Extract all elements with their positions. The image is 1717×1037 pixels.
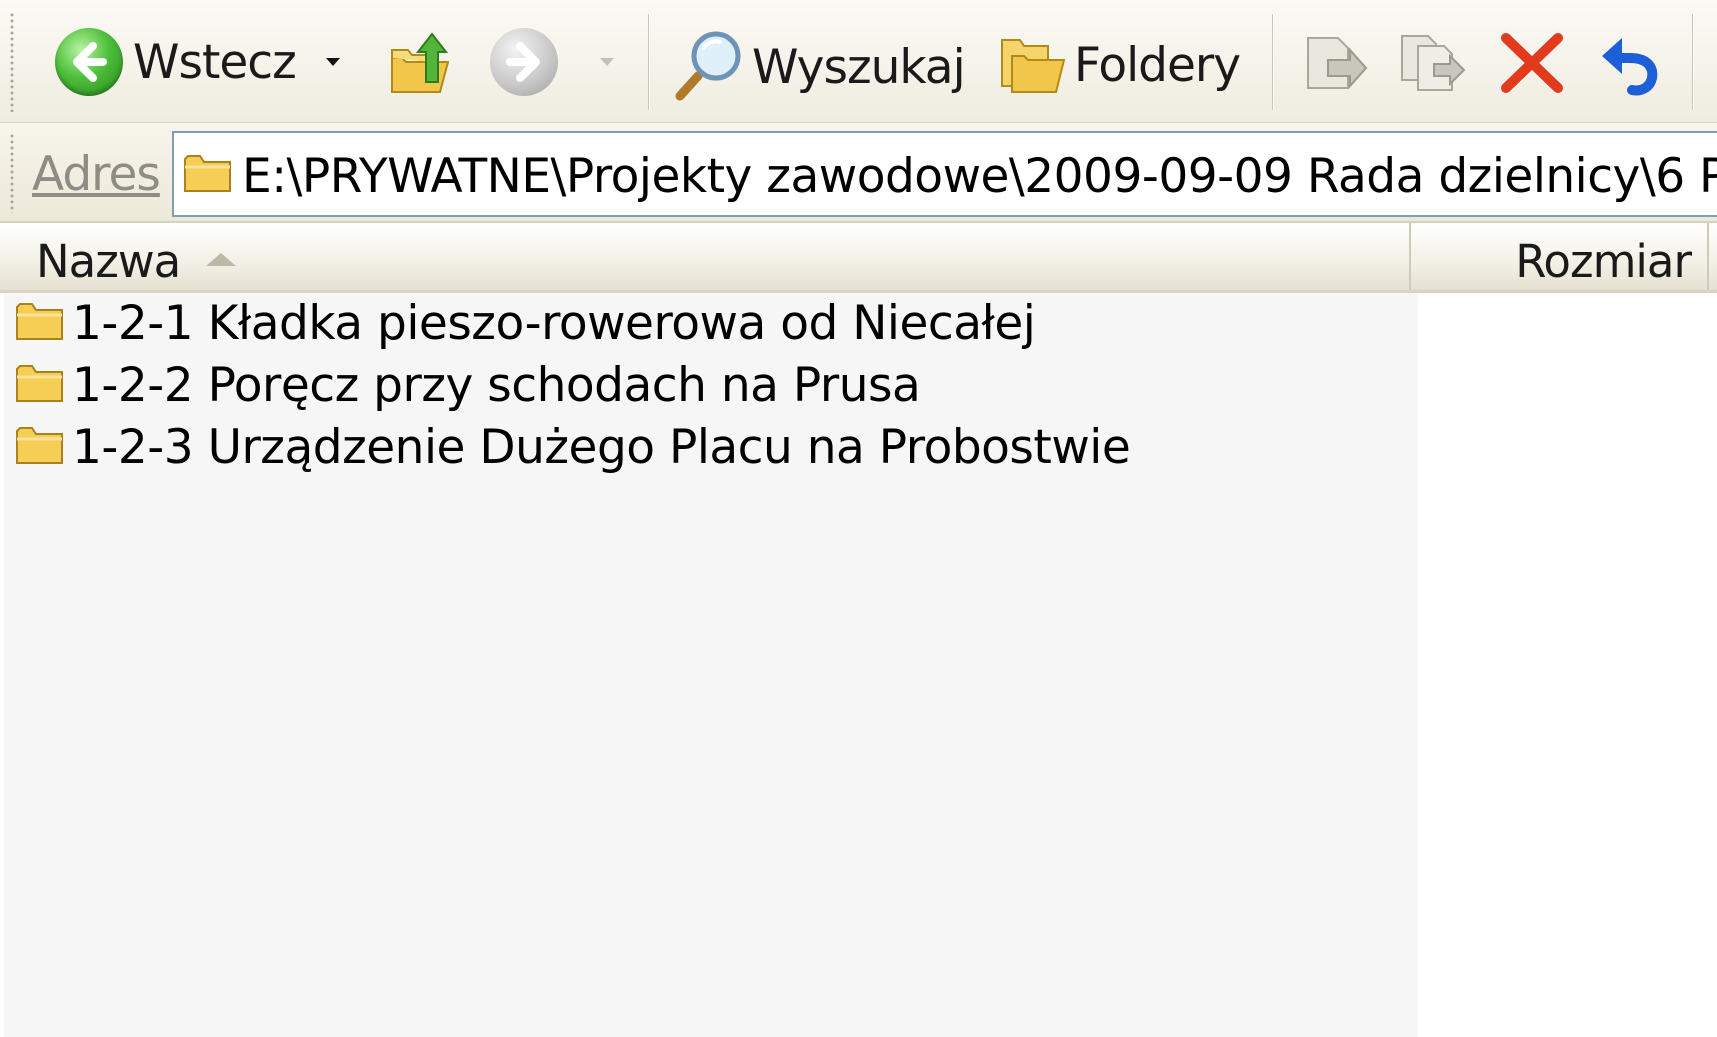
address-input[interactable]: E:\PRYWATNE\Projekty zawodowe\2009-09-09… (172, 131, 1717, 217)
column-header-name[interactable]: Nazwa (0, 223, 1411, 290)
folder-icon (182, 149, 234, 201)
column-name-label: Nazwa (36, 235, 181, 288)
list-item-name: 1-2-1 Kładka pieszo-rowerowa od Niecałej (72, 295, 1036, 351)
search-label: Wyszukaj (752, 39, 966, 95)
folders-icon (998, 30, 1066, 100)
search-icon (672, 28, 746, 106)
copy-to-button[interactable] (1398, 30, 1468, 100)
list-item-name: 1-2-3 Urządzenie Dużego Placu na Probost… (72, 419, 1131, 475)
undo-button[interactable] (1596, 28, 1666, 100)
list-item-name: 1-2-2 Poręcz przy schodach na Prusa (72, 357, 921, 413)
column-size-label: Rozmiar (1515, 235, 1692, 288)
back-icon (55, 28, 123, 96)
sort-ascending-icon (206, 253, 236, 266)
list-item[interactable]: 1-2-3 Urządzenie Dużego Placu na Probost… (14, 417, 1131, 477)
dropdown-caret-icon (600, 58, 614, 66)
forward-button[interactable] (490, 28, 558, 96)
list-header: Nazwa Rozmiar (0, 223, 1717, 293)
undo-icon (1596, 28, 1666, 100)
folders-label: Foldery (1074, 37, 1241, 93)
toolbar-separator (1692, 14, 1694, 110)
folder-icon (14, 298, 66, 348)
move-to-button[interactable] (1302, 30, 1370, 100)
delete-button[interactable] (1498, 30, 1566, 100)
search-button[interactable]: Wyszukaj (672, 28, 966, 106)
back-button[interactable]: Wstecz (55, 28, 297, 96)
folder-icon (14, 360, 66, 410)
address-path: E:\PRYWATNE\Projekty zawodowe\2009-09-09… (242, 149, 1717, 204)
toolbar-separator (1272, 14, 1274, 110)
address-label: Adres (32, 147, 161, 202)
dropdown-caret-icon (326, 58, 340, 66)
address-bar-grip[interactable] (10, 133, 14, 213)
up-folder-icon (388, 28, 454, 102)
forward-icon (490, 28, 558, 96)
list-item[interactable]: 1-2-2 Poręcz przy schodach na Prusa (14, 355, 921, 415)
column-header-size[interactable]: Rozmiar (1411, 223, 1709, 290)
list-item[interactable]: 1-2-1 Kładka pieszo-rowerowa od Niecałej (14, 293, 1036, 353)
back-label: Wstecz (133, 34, 297, 90)
folders-button[interactable]: Foldery (998, 30, 1241, 100)
address-bar: Adres E:\PRYWATNE\Projekty zawodowe\2009… (0, 123, 1717, 223)
toolbar: Wstecz Wyszukaj Foldery (0, 0, 1717, 123)
delete-icon (1498, 30, 1566, 100)
forward-history-dropdown[interactable] (600, 58, 614, 66)
file-list[interactable]: 1-2-1 Kładka pieszo-rowerowa od Niecałej… (0, 293, 1717, 1037)
back-history-dropdown[interactable] (326, 58, 340, 66)
toolbar-grip[interactable] (10, 12, 14, 112)
copy-to-icon (1398, 30, 1468, 100)
address-label-text: Adres (32, 147, 161, 202)
folder-icon (14, 422, 66, 472)
move-to-icon (1302, 30, 1370, 100)
up-button[interactable] (388, 28, 454, 102)
toolbar-separator (648, 14, 650, 110)
